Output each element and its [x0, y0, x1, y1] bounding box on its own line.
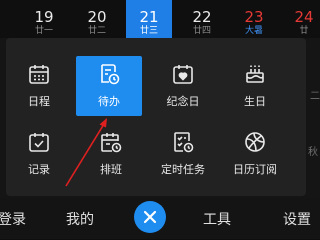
close-menu-button[interactable] [134, 201, 166, 233]
calendar-day-19[interactable]: 19 廿一 [30, 0, 58, 38]
menu-item-record[interactable]: 记录 [8, 124, 70, 184]
menu-item-todo[interactable]: 待办 [76, 56, 142, 116]
menu-item-label: 日程 [28, 95, 50, 108]
menu-item-label: 待办 [98, 95, 120, 108]
menu-item-birthday[interactable]: 生日 [224, 56, 286, 116]
menu-item-label: 定时任务 [161, 163, 205, 176]
calendar-day-24[interactable]: 24 廿 [290, 0, 318, 38]
calendar-day-22[interactable]: 22 廿四 [188, 0, 216, 38]
menu-item-label: 生日 [244, 95, 266, 108]
lunar-date: 廿 [299, 26, 309, 36]
menu-item-schedule[interactable]: 日程 [8, 56, 70, 116]
menu-item-timed-task[interactable]: 定时任务 [152, 124, 214, 184]
day-number: 19 [34, 8, 54, 26]
edge-lunar-text: 二 [310, 91, 320, 102]
birthday-cake-icon [246, 65, 264, 83]
day-number: 20 [87, 8, 107, 26]
record-check-icon [29, 133, 49, 152]
day-number: 24 [294, 8, 314, 26]
calendar-week-strip: 19 廿一 20 廿二 21 廿三 22 廿四 23 大暑 24 廿 [0, 0, 320, 38]
lunar-date: 廿一 [34, 26, 53, 36]
menu-item-label: 纪念日 [166, 95, 200, 108]
menu-item-calendar-subscription[interactable]: 日历订阅 [224, 124, 286, 184]
shift-schedule-icon [101, 133, 122, 153]
lunar-date: 廿四 [192, 26, 211, 36]
tab-settings[interactable]: 设置 [283, 209, 311, 229]
close-icon [143, 210, 157, 224]
edge-solar-term-text: 秋 [308, 147, 318, 158]
tab-mine[interactable]: 我的 [66, 209, 94, 229]
day-number: 22 [192, 8, 212, 26]
menu-item-anniversary[interactable]: 纪念日 [152, 56, 214, 116]
create-menu-panel: 日程 待办 纪念日 生日 记录 排班 定时任务 日历订阅 [6, 38, 306, 196]
tab-tools[interactable]: 工具 [203, 209, 231, 229]
menu-item-shift[interactable]: 排班 [80, 124, 142, 184]
lunar-date: 廿三 [139, 26, 158, 36]
tab-login-partial[interactable]: 登录 [0, 209, 26, 229]
calendar-day-21-selected[interactable]: 21 廿三 [126, 0, 172, 38]
menu-item-label: 日历订阅 [233, 163, 277, 176]
day-number: 23 [244, 8, 264, 26]
todo-clock-icon [101, 64, 120, 85]
calendar-subscribe-icon [245, 132, 265, 152]
lunar-date: 廿二 [87, 26, 106, 36]
day-number: 21 [139, 8, 159, 26]
menu-item-label: 记录 [28, 163, 50, 176]
calendar-grid-icon [29, 65, 49, 84]
anniversary-heart-icon [173, 65, 193, 84]
timed-task-icon [174, 132, 194, 153]
calendar-day-20[interactable]: 20 廿二 [83, 0, 111, 38]
solar-term-label: 大暑 [244, 26, 263, 36]
calendar-day-23[interactable]: 23 大暑 [240, 0, 268, 38]
menu-item-label: 排班 [100, 163, 122, 176]
